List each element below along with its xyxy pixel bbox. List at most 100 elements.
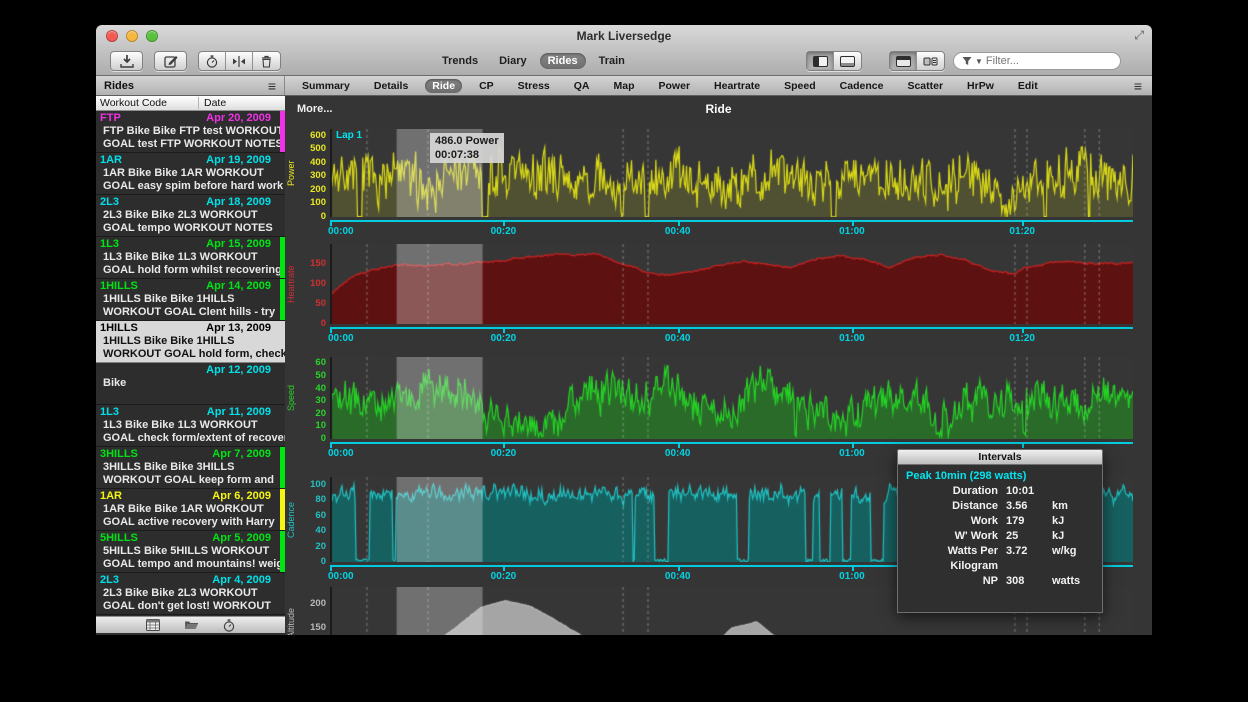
x-tick-label: 00:40 [665,226,691,237]
workout-code: 1HILLS [100,280,138,293]
filter-input[interactable] [986,55,1096,67]
ride-description: WORKOUT GOAL hold form, check [96,348,285,361]
heartrate-canvas[interactable] [330,244,1133,324]
tab-hrpw[interactable]: HrPw [960,79,1001,93]
speed-canvas[interactable] [330,357,1133,439]
x-tick-label: 01:00 [839,571,865,582]
ride-list-item[interactable]: 2L3Apr 4, 20092L3 Bike Bike 2L3 WORKOUTG… [96,573,285,615]
perspective-tab-rides[interactable]: Rides [540,53,586,69]
tab-heartrate[interactable]: Heartrate [707,79,767,93]
tooltip-value: 486.0 Power [435,134,499,148]
lowbar-icon [840,56,855,67]
power-axis-title: Power [286,129,296,217]
y-tick-label: 60 [315,358,326,368]
tab-cadence[interactable]: Cadence [833,79,891,93]
y-tick-label: 50 [315,299,326,309]
stopwatch-icon[interactable] [223,619,235,632]
delete-ride-button[interactable] [253,52,280,70]
tab-qa[interactable]: QA [567,79,597,93]
ride-list-item[interactable]: 1L3Apr 11, 20091L3 Bike Bike 1L3 WORKOUT… [96,405,285,447]
sidebar-toggle-button[interactable] [807,52,834,70]
perspective-tab-diary[interactable]: Diary [491,53,535,69]
altitude-y-axis: 100150200Altitude [285,587,330,635]
manual-entry-button[interactable] [154,51,187,71]
ride-description: GOAL don't get lost! WORKOUT [96,600,285,613]
workout-code: 5HILLS [100,532,138,545]
tab-scatter[interactable]: Scatter [900,79,950,93]
tab-power[interactable]: Power [652,79,698,93]
ride-list-item[interactable]: 1HILLSApr 13, 20091HILLS Bike Bike 1HILL… [96,321,285,363]
ride-list-item[interactable]: Apr 12, 2009Bike [96,363,285,405]
zoom-button[interactable] [146,30,158,42]
workout-code: 1AR [100,154,122,167]
lowbar-toggle-button[interactable] [834,52,861,70]
tab-edit[interactable]: Edit [1011,79,1045,93]
minimize-button[interactable] [126,30,138,42]
metric-value: 308 [1006,574,1044,589]
y-tick-label: 0 [321,557,326,567]
perspective-tab-train[interactable]: Train [591,53,633,69]
heartrate-y-axis: 050100150Heartrate [285,244,330,324]
ride-date: Apr 5, 2009 [212,532,271,545]
calendar-icon[interactable] [146,619,160,631]
intervals-popup-title[interactable]: Intervals [897,449,1103,465]
y-tick-label: 0 [321,319,326,329]
interval-metric-row: Distance3.56km [906,499,1094,514]
power-chart: 0100200300400500600Power Lap 1 [285,129,1133,217]
tab-stress[interactable]: Stress [511,79,557,93]
ride-list-item[interactable]: 1ARApr 6, 20091AR Bike Bike 1AR WORKOUTG… [96,489,285,531]
rides-sidebar: Workout Code Date FTPApr 20, 2009FTP Bik… [96,96,285,635]
interval-button[interactable] [199,52,226,70]
folder-icon[interactable] [184,619,199,631]
workout-code: 2L3 [100,574,119,587]
tab-summary[interactable]: Summary [295,79,357,93]
ride-list-item[interactable]: 1ARApr 19, 20091AR Bike Bike 1AR WORKOUT… [96,153,285,195]
ride-list-item[interactable]: 3HILLSApr 7, 20093HILLS Bike Bike 3HILLS… [96,447,285,489]
ride-date: Apr 12, 2009 [206,364,271,377]
tabbed-view-button[interactable] [890,52,917,70]
chart-menu-icon[interactable]: ≡ [1134,81,1142,91]
sidebar-menu-icon[interactable]: ≡ [268,81,276,91]
y-tick-label: 600 [310,131,326,141]
tab-cp[interactable]: CP [472,79,501,93]
ride-tools-group [198,51,281,71]
tab-map[interactable]: Map [607,79,642,93]
import-ride-button[interactable] [110,51,143,71]
column-date[interactable]: Date [199,97,226,109]
tab-ride[interactable]: Ride [425,79,462,93]
split-ride-button[interactable] [226,52,253,70]
altitude-axis-title: Altitude [286,587,296,635]
ride-description: GOAL check form/extent of recovery [96,432,285,445]
ride-date: Apr 7, 2009 [212,448,271,461]
ride-list-item[interactable]: 1HILLSApr 14, 20091HILLS Bike Bike 1HILL… [96,279,285,321]
download-icon [120,55,134,68]
heartrate-plot[interactable] [330,244,1133,324]
workout-code: 1AR [100,490,122,503]
tiled-view-button[interactable] [917,52,944,70]
perspective-tab-trends[interactable]: Trends [434,53,486,69]
ride-list-item[interactable]: 1L3Apr 15, 20091L3 Bike Bike 1L3 WORKOUT… [96,237,285,279]
y-tick-label: 40 [315,384,326,394]
titlebar[interactable]: Mark Liversedge ⤢ [96,25,1152,47]
x-tick-label: 00:40 [665,333,691,344]
ride-description: 1L3 Bike Bike 1L3 WORKOUT [96,251,285,264]
tab-speed[interactable]: Speed [777,79,823,93]
x-tick-label: 01:20 [1009,333,1035,344]
ride-list-item[interactable]: FTPApr 20, 2009FTP Bike Bike FTP test WO… [96,111,285,153]
metric-label: Watts Per Kilogram [906,544,998,574]
ride-list-item[interactable]: 2L3Apr 18, 20092L3 Bike Bike 2L3 WORKOUT… [96,195,285,237]
metric-unit: kJ [1052,514,1094,529]
close-button[interactable] [106,30,118,42]
interval-metric-row: Watts Per Kilogram3.72w/kg [906,544,1094,574]
speed-plot[interactable] [330,357,1133,439]
time-axis-line [330,327,1133,329]
tab-details[interactable]: Details [367,79,415,93]
ride-list-item[interactable]: 5HILLSApr 5, 20095HILLS Bike 5HILLS WORK… [96,531,285,573]
fullscreen-icon[interactable]: ⤢ [1134,28,1144,43]
ride-description: 1AR Bike Bike 1AR WORKOUT [96,503,285,516]
filter-field[interactable]: ▼ [953,52,1121,70]
x-tick-label: 01:00 [839,333,865,344]
split-arrows-icon [232,56,246,67]
y-tick-label: 20 [315,409,326,419]
column-workout-code[interactable]: Workout Code [96,97,199,109]
